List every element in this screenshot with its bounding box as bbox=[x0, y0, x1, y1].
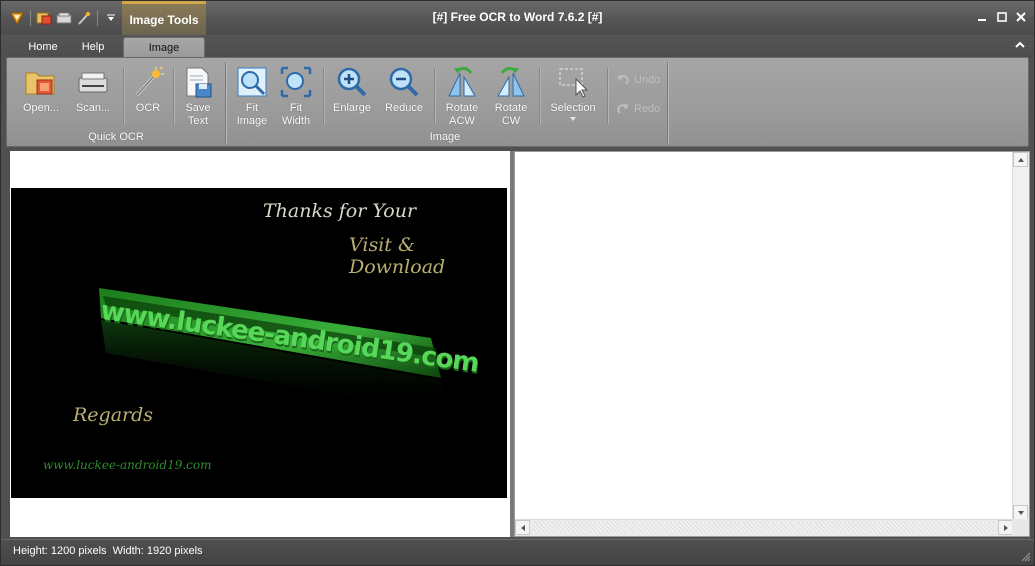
open-file-icon bbox=[36, 12, 52, 25]
reduce-button[interactable]: Reduce bbox=[381, 64, 427, 115]
tab-home[interactable]: Home bbox=[19, 37, 67, 57]
fit-width-button[interactable]: Fit Width bbox=[275, 64, 317, 128]
maximize-icon bbox=[997, 12, 1007, 22]
save-text-button[interactable]: Save Text bbox=[177, 64, 219, 128]
rotate-left-icon bbox=[448, 66, 476, 97]
separator bbox=[607, 68, 608, 124]
enlarge-button[interactable]: Enlarge bbox=[327, 64, 377, 115]
zoom-out-icon bbox=[389, 67, 419, 97]
tab-image[interactable]: Image bbox=[123, 37, 205, 57]
rotate-right-icon bbox=[497, 66, 525, 97]
undo-icon bbox=[617, 75, 629, 85]
open-button[interactable]: Open... bbox=[17, 64, 65, 115]
open-folder-icon bbox=[25, 72, 55, 95]
close-button[interactable] bbox=[1013, 10, 1029, 24]
zoom-in-icon bbox=[337, 67, 367, 97]
qat-customize-button[interactable] bbox=[101, 8, 121, 28]
separator bbox=[539, 68, 540, 124]
qat-open-button[interactable] bbox=[34, 8, 54, 28]
group-label-quick-ocr: Quick OCR bbox=[88, 131, 144, 143]
close-icon bbox=[1016, 12, 1026, 22]
magic-wand-icon bbox=[135, 66, 164, 97]
context-tab-header: Image Tools bbox=[122, 1, 206, 35]
ocr-button[interactable]: OCR bbox=[127, 64, 169, 115]
scanner-icon bbox=[56, 12, 72, 24]
vertical-scrollbar[interactable] bbox=[1012, 152, 1029, 520]
image-pane[interactable]: Thanks for Your Visit & Download www.luc… bbox=[10, 151, 510, 537]
scroll-left-button[interactable] bbox=[515, 520, 530, 535]
app-menu-button[interactable] bbox=[7, 8, 27, 28]
group-separator bbox=[667, 62, 668, 144]
selection-button[interactable]: Selection bbox=[545, 64, 601, 122]
app-logo-icon bbox=[10, 12, 24, 26]
tab-help[interactable]: Help bbox=[71, 37, 115, 57]
title-bar: Image Tools [#] Free OCR to Word 7.6.2 [… bbox=[1, 1, 1034, 35]
chevron-up-icon bbox=[1015, 41, 1025, 48]
scanner-icon bbox=[78, 72, 108, 93]
fit-image-icon bbox=[237, 67, 267, 97]
chevron-down-icon bbox=[570, 117, 576, 121]
fit-image-button[interactable]: Fit Image bbox=[231, 64, 273, 128]
preview-thanks-text: Thanks for Your bbox=[263, 200, 417, 222]
separator bbox=[434, 68, 435, 124]
status-bar: Height: 1200 pixels Width: 1920 pixels bbox=[1, 539, 1034, 565]
minimize-icon bbox=[978, 19, 986, 21]
scroll-up-button[interactable] bbox=[1013, 152, 1028, 167]
ribbon-tabs: Home Help Image bbox=[1, 35, 1034, 57]
scan-button[interactable]: Scan... bbox=[69, 64, 117, 115]
qat-scan-button[interactable] bbox=[54, 8, 74, 28]
magic-wand-icon bbox=[78, 12, 90, 25]
scroll-track[interactable] bbox=[532, 522, 994, 533]
image-preview: Thanks for Your Visit & Download www.luc… bbox=[11, 188, 507, 498]
chevron-down-icon bbox=[107, 14, 115, 21]
rotate-acw-button[interactable]: Rotate ACW bbox=[440, 64, 484, 128]
separator bbox=[323, 68, 324, 124]
arrow-right-icon bbox=[1003, 524, 1008, 531]
minimize-button[interactable] bbox=[974, 10, 990, 24]
maximize-button[interactable] bbox=[994, 10, 1010, 24]
separator bbox=[123, 68, 124, 124]
separator bbox=[173, 68, 174, 124]
preview-visit-text: Visit & Download bbox=[349, 234, 446, 278]
preview-footer-url: www.luckee-android19.com bbox=[43, 458, 212, 472]
ribbon-panel: Open... Scan... OCR Save Text Quick OCR … bbox=[6, 57, 1029, 147]
horizontal-scrollbar[interactable] bbox=[515, 519, 1013, 536]
application-window: Image Tools [#] Free OCR to Word 7.6.2 [… bbox=[0, 0, 1035, 566]
preview-regards-text: Regards bbox=[73, 404, 154, 426]
arrow-down-icon bbox=[1017, 510, 1024, 515]
arrow-up-icon bbox=[1017, 157, 1024, 162]
qat-ocr-button[interactable] bbox=[74, 8, 94, 28]
fit-width-icon bbox=[280, 66, 312, 98]
save-document-icon bbox=[186, 67, 212, 98]
text-output-pane[interactable] bbox=[514, 151, 1030, 537]
scroll-down-button[interactable] bbox=[1013, 505, 1028, 520]
rotate-cw-button[interactable]: Rotate CW bbox=[489, 64, 533, 128]
resize-grip-icon[interactable] bbox=[1021, 552, 1031, 562]
redo-button[interactable]: Redo bbox=[615, 101, 660, 117]
arrow-left-icon bbox=[520, 524, 525, 531]
quick-access-toolbar bbox=[7, 8, 121, 28]
undo-button[interactable]: Undo bbox=[615, 72, 660, 88]
selection-icon bbox=[559, 68, 589, 98]
status-text: Height: 1200 pixels Width: 1920 pixels bbox=[13, 545, 203, 557]
scroll-right-button[interactable] bbox=[998, 520, 1013, 535]
ribbon-collapse-button[interactable] bbox=[1014, 39, 1026, 51]
scroll-corner bbox=[1012, 519, 1029, 536]
group-label-image: Image bbox=[429, 131, 461, 143]
redo-icon bbox=[617, 104, 629, 114]
